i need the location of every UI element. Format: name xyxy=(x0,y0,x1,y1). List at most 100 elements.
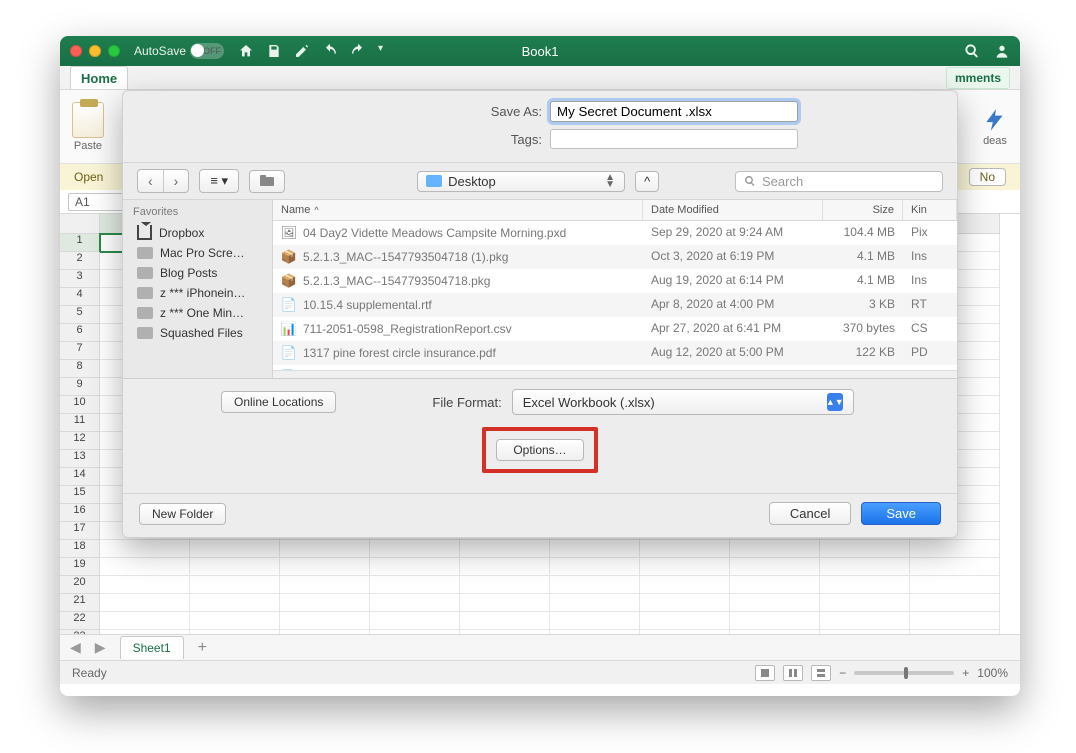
cell[interactable] xyxy=(460,576,550,594)
nav-forward-button[interactable]: › xyxy=(164,170,189,192)
sidebar-item[interactable]: z *** iPhonein… xyxy=(123,283,272,303)
save-button[interactable]: Save xyxy=(861,502,941,525)
cell[interactable] xyxy=(370,540,460,558)
row-header[interactable]: 15 xyxy=(60,486,100,504)
options-button[interactable]: Options… xyxy=(496,439,583,461)
cell[interactable] xyxy=(370,630,460,634)
row-header[interactable]: 17 xyxy=(60,522,100,540)
row-header[interactable]: 13 xyxy=(60,450,100,468)
save-icon[interactable] xyxy=(266,43,282,59)
cell[interactable] xyxy=(910,540,1000,558)
cell[interactable] xyxy=(550,558,640,576)
cell[interactable] xyxy=(190,612,280,630)
cell[interactable] xyxy=(280,576,370,594)
cell[interactable] xyxy=(280,540,370,558)
row-header[interactable]: 16 xyxy=(60,504,100,522)
cell[interactable] xyxy=(910,576,1000,594)
file-row[interactable]: 📄10.15.4 supplemental.rtf Apr 8, 2020 at… xyxy=(273,293,957,317)
cell[interactable] xyxy=(730,594,820,612)
ideas-button[interactable]: deas xyxy=(982,107,1008,147)
row-header[interactable]: 19 xyxy=(60,558,100,576)
cell[interactable] xyxy=(730,630,820,634)
cell[interactable] xyxy=(820,630,910,634)
cancel-button[interactable]: Cancel xyxy=(769,502,851,525)
horizontal-scrollbar[interactable] xyxy=(273,370,957,378)
nav-back-button[interactable]: ‹ xyxy=(138,170,164,192)
cell[interactable] xyxy=(550,540,640,558)
add-sheet-button[interactable]: + xyxy=(198,639,207,657)
filename-input[interactable] xyxy=(550,101,798,122)
row-header[interactable]: 7 xyxy=(60,342,100,360)
cell[interactable] xyxy=(280,612,370,630)
search-field[interactable]: Search xyxy=(735,171,943,192)
cell[interactable] xyxy=(100,612,190,630)
cell[interactable] xyxy=(820,540,910,558)
file-row[interactable]: 📦5.2.1.3_MAC--1547793504718.pkg Aug 19, … xyxy=(273,269,957,293)
cell[interactable] xyxy=(730,540,820,558)
online-locations-button[interactable]: Online Locations xyxy=(221,391,336,413)
cell[interactable] xyxy=(730,558,820,576)
sheet-tab[interactable]: Sheet1 xyxy=(120,636,184,659)
cell[interactable] xyxy=(820,612,910,630)
sidebar-item[interactable]: z *** One Min… xyxy=(123,303,272,323)
view-break-icon[interactable] xyxy=(811,665,831,681)
comments-button[interactable]: mments xyxy=(946,67,1010,89)
cell[interactable] xyxy=(460,594,550,612)
sheet-nav-prev-icon[interactable]: ◀ xyxy=(70,639,81,656)
cell[interactable] xyxy=(100,576,190,594)
file-row[interactable]: 📊711-2051-0598_RegistrationReport.csv Ap… xyxy=(273,317,957,341)
cell[interactable] xyxy=(550,576,640,594)
search-icon[interactable] xyxy=(964,43,980,59)
undo-icon[interactable] xyxy=(322,43,338,59)
close-window-button[interactable] xyxy=(70,45,82,57)
cell[interactable] xyxy=(370,558,460,576)
group-button[interactable] xyxy=(249,170,285,193)
row-header[interactable]: 5 xyxy=(60,306,100,324)
cell[interactable] xyxy=(280,630,370,634)
row-header[interactable]: 2 xyxy=(60,252,100,270)
cell[interactable] xyxy=(460,540,550,558)
cell[interactable] xyxy=(280,594,370,612)
row-header[interactable]: 8 xyxy=(60,360,100,378)
row-header[interactable]: 11 xyxy=(60,414,100,432)
cell[interactable] xyxy=(280,558,370,576)
tab-home[interactable]: Home xyxy=(70,66,128,89)
row-header[interactable]: 9 xyxy=(60,378,100,396)
location-dropdown[interactable]: Desktop ▲▼ xyxy=(417,171,625,192)
cell[interactable] xyxy=(190,594,280,612)
cell[interactable] xyxy=(100,558,190,576)
col-date[interactable]: Date Modified xyxy=(643,200,823,220)
minimize-window-button[interactable] xyxy=(89,45,101,57)
cell[interactable] xyxy=(460,558,550,576)
dropdown-arrow-icon[interactable]: ▾ xyxy=(378,43,383,59)
cell[interactable] xyxy=(640,630,730,634)
cell[interactable] xyxy=(640,594,730,612)
cell[interactable] xyxy=(190,576,280,594)
cell[interactable] xyxy=(640,558,730,576)
file-row[interactable]: 🖼04 Day2 Vidette Meadows Campsite Mornin… xyxy=(273,221,957,245)
home-icon[interactable] xyxy=(238,43,254,59)
cell[interactable] xyxy=(730,576,820,594)
row-header[interactable]: 12 xyxy=(60,432,100,450)
row-header[interactable]: 22 xyxy=(60,612,100,630)
row-header[interactable]: 4 xyxy=(60,288,100,306)
cell[interactable] xyxy=(370,612,460,630)
row-header[interactable]: 18 xyxy=(60,540,100,558)
cell[interactable] xyxy=(640,540,730,558)
file-format-dropdown[interactable]: Excel Workbook (.xlsx) ▲▼ xyxy=(512,389,854,415)
cell[interactable] xyxy=(910,594,1000,612)
row-header[interactable]: 21 xyxy=(60,594,100,612)
zoom-out-button[interactable]: − xyxy=(839,666,846,680)
sidebar-item[interactable]: Dropbox xyxy=(123,222,272,243)
cell[interactable] xyxy=(910,630,1000,634)
cell[interactable] xyxy=(550,594,640,612)
cell[interactable] xyxy=(820,576,910,594)
row-header[interactable]: 3 xyxy=(60,270,100,288)
paste-group[interactable]: Paste xyxy=(72,102,104,152)
cell[interactable] xyxy=(190,558,280,576)
no-button[interactable]: No xyxy=(969,168,1006,186)
file-row[interactable]: 📄1317 pine forest circle insurance.pdf A… xyxy=(273,341,957,365)
view-normal-icon[interactable] xyxy=(755,665,775,681)
maximize-window-button[interactable] xyxy=(108,45,120,57)
autosave-toggle[interactable]: AutoSave OFF xyxy=(134,43,224,59)
